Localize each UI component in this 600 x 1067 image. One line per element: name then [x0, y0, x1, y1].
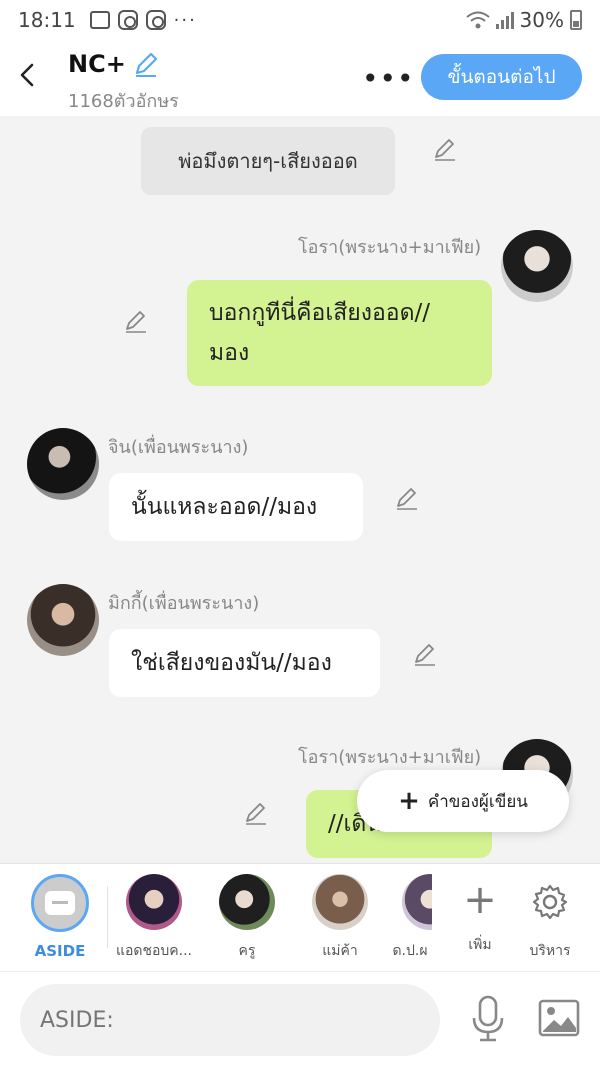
message-bubble-other[interactable]: นั้นแหละออด//มอง: [109, 473, 363, 541]
character-label: ครู: [238, 943, 256, 959]
character-selector-bar: ASIDE แอดชอบค... ครู แม่ค้า ด.ป.ผ + เพิ่…: [0, 863, 600, 971]
status-bar: 18:11 ··· 30%: [0, 0, 600, 40]
author-note-button[interactable]: + คำของผู้เขียน: [357, 770, 569, 832]
plus-icon: +: [463, 877, 497, 923]
message-input-bar: [0, 971, 600, 1067]
add-label: เพิ่ม: [468, 937, 492, 953]
divider: [107, 886, 108, 948]
aside-avatar-icon: [31, 874, 89, 932]
character-avatar: [402, 874, 432, 930]
image-icon[interactable]: [538, 998, 580, 1038]
character-item[interactable]: ด.ป.ผ: [388, 874, 432, 962]
edit-pencil-icon[interactable]: [123, 309, 149, 335]
character-avatar: [126, 874, 182, 930]
system-message[interactable]: พ่อมึงตายๆ-เสียงออด: [141, 127, 395, 195]
message-bubble-me[interactable]: บอกกูทีนี่คือเสียงออด// มอง: [187, 280, 492, 386]
message-sender-name: จิน(เพื่อนพระนาง): [108, 437, 249, 458]
wifi-icon: [465, 11, 490, 29]
edit-pencil-icon[interactable]: [432, 137, 458, 163]
character-item[interactable]: แม่ค้า: [295, 874, 385, 962]
message-sender-name: มิกกี้(เพื่อนพระนาง): [108, 593, 260, 614]
edit-pencil-icon[interactable]: [243, 801, 269, 827]
story-title[interactable]: NC+: [68, 50, 160, 78]
signal-icon: [495, 11, 514, 29]
app-header: NC+ 1168ตัวอักษร ••• ขั้นตอนต่อไป: [0, 40, 600, 116]
battery-percent: 30%: [519, 8, 564, 32]
character-label: แอดชอบค...: [115, 943, 193, 959]
character-avatar: [219, 874, 275, 930]
edit-title-pencil-icon[interactable]: [132, 50, 160, 78]
character-label: ด.ป.ผ: [392, 943, 428, 959]
avatar-jin[interactable]: [27, 428, 99, 500]
character-label: ASIDE: [34, 942, 86, 960]
instagram-notification-icon-2: [145, 10, 166, 30]
character-item[interactable]: ครู: [202, 874, 292, 962]
instagram-notification-icon: [117, 10, 138, 30]
message-bubble-other[interactable]: ใช่เสียงของมัน//มอง: [109, 629, 380, 697]
character-label: แม่ค้า: [322, 943, 358, 959]
message-text-line: บอกกูทีนี่คือเสียงออด//: [209, 300, 431, 326]
status-time: 18:11: [18, 8, 76, 32]
add-character-button[interactable]: + เพิ่ม: [450, 878, 510, 956]
manage-label: บริหาร: [529, 943, 571, 959]
author-note-label: คำของผู้เขียน: [427, 791, 528, 812]
avatar-ora[interactable]: [501, 230, 573, 302]
gallery-notification-icon: [89, 11, 110, 29]
story-title-text: NC+: [68, 50, 126, 78]
more-options-button[interactable]: •••: [362, 62, 415, 95]
character-aside[interactable]: ASIDE: [15, 874, 105, 960]
edit-pencil-icon[interactable]: [394, 486, 420, 512]
manage-button[interactable]: บริหาร: [520, 878, 580, 962]
plus-icon: +: [398, 786, 420, 816]
message-text-line: มอง: [209, 340, 250, 366]
edit-pencil-icon[interactable]: [412, 642, 438, 668]
character-item[interactable]: แอดชอบค...: [109, 874, 199, 962]
battery-icon: [570, 10, 582, 30]
avatar-mikki[interactable]: [27, 584, 99, 656]
next-step-button[interactable]: ขั้นตอนต่อไป: [421, 54, 582, 100]
message-input[interactable]: [20, 984, 440, 1056]
message-sender-name: โอรา(พระนาง+มาเฟีย): [298, 747, 482, 768]
character-count: 1168ตัวอักษร: [68, 91, 179, 112]
chat-area: พ่อมึงตายๆ-เสียงออด โอรา(พระนาง+มาเฟีย) …: [0, 116, 600, 863]
more-notifications-icon: ···: [173, 9, 197, 31]
message-sender-name: โอรา(พระนาง+มาเฟีย): [298, 237, 482, 258]
back-arrow-icon[interactable]: [14, 60, 40, 90]
character-avatar: [312, 874, 368, 930]
microphone-icon[interactable]: [470, 994, 506, 1044]
gear-icon: [532, 884, 568, 920]
